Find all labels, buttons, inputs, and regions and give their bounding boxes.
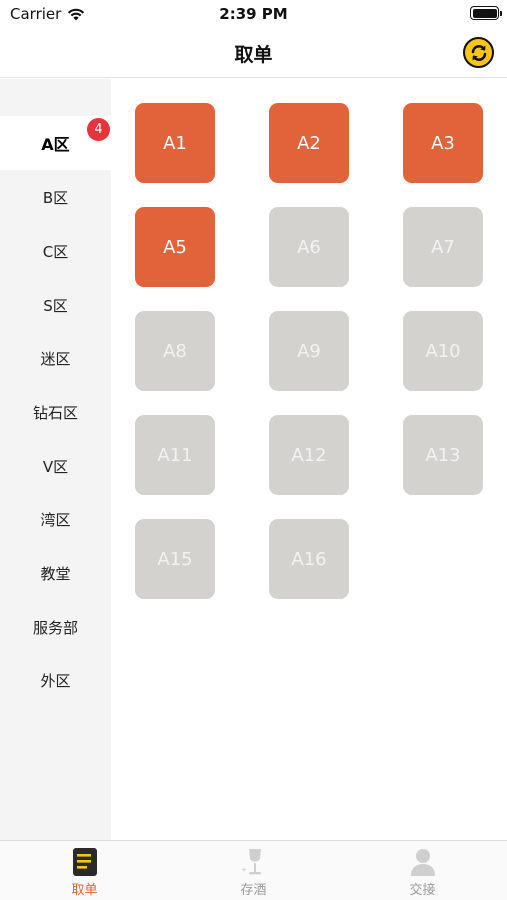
- table-label: A2: [297, 132, 321, 154]
- zone-item-v[interactable]: V区: [0, 439, 111, 493]
- table-label: A3: [431, 132, 455, 154]
- zone-item-service[interactable]: 服务部: [0, 600, 111, 654]
- zone-label: S区: [43, 296, 68, 315]
- zone-item-church[interactable]: 教堂: [0, 546, 111, 600]
- navigation-bar: 取单: [0, 28, 507, 78]
- table-label: A1: [163, 132, 187, 154]
- status-bar: Carrier 2:39 PM: [0, 0, 507, 28]
- zone-label: 湾区: [40, 510, 71, 529]
- tab-label: 存酒: [240, 883, 267, 898]
- table-grid: A1 A2 A3 A5 A6 A7 A8 A9 A10 A11 A12 A13 …: [111, 79, 507, 840]
- zone-label: 服务部: [32, 618, 78, 637]
- zone-label: B区: [42, 188, 69, 207]
- zone-label: 教堂: [40, 564, 71, 583]
- table-label: A5: [163, 236, 187, 258]
- zone-item-diamond[interactable]: 钻石区: [0, 385, 111, 439]
- tab-label: 交接: [409, 883, 436, 898]
- battery-icon: [470, 6, 502, 20]
- table-label: A15: [157, 548, 193, 570]
- zone-label: A区: [41, 135, 70, 154]
- tab-orders[interactable]: 取单: [0, 841, 169, 900]
- zone-label: 钻石区: [32, 403, 78, 422]
- table-label: A6: [297, 236, 321, 258]
- tab-handover[interactable]: 交接: [338, 841, 507, 900]
- table-tile[interactable]: A7: [403, 207, 483, 287]
- wine-glass-icon: [240, 847, 268, 877]
- zone-item-b[interactable]: B区: [0, 170, 111, 224]
- tab-label: 取单: [71, 883, 98, 898]
- table-tile[interactable]: A15: [135, 519, 215, 599]
- table-label: A7: [431, 236, 455, 258]
- table-label: A8: [163, 340, 187, 362]
- table-tile[interactable]: A3: [403, 103, 483, 183]
- table-label: A16: [291, 548, 327, 570]
- order-list-icon: [71, 847, 99, 877]
- refresh-icon: [471, 44, 486, 61]
- table-tile[interactable]: A10: [403, 311, 483, 391]
- zone-item-bay[interactable]: 湾区: [0, 492, 111, 546]
- tab-bar: 取单 存酒 交接: [0, 840, 507, 900]
- table-tile[interactable]: A2: [269, 103, 349, 183]
- zone-item-s[interactable]: S区: [0, 278, 111, 332]
- table-tile[interactable]: A9: [269, 311, 349, 391]
- zone-label: 迷区: [40, 349, 71, 368]
- table-tile[interactable]: A16: [269, 519, 349, 599]
- zone-item-a[interactable]: A区 4: [0, 116, 111, 170]
- table-label: A9: [297, 340, 321, 362]
- zone-label: V区: [42, 457, 69, 476]
- table-label: A12: [291, 444, 327, 466]
- table-tile[interactable]: A1: [135, 103, 215, 183]
- zone-item-outer[interactable]: 外区: [0, 653, 111, 707]
- page-title: 取单: [234, 44, 273, 66]
- zone-sidebar: A区 4 B区 C区 S区 迷区 钻石区 V区 湾区 教堂 服务部 外区: [0, 79, 111, 840]
- unread-badge: 4: [87, 118, 110, 141]
- table-tile[interactable]: A12: [269, 415, 349, 495]
- person-icon: [409, 847, 437, 877]
- tab-wine-storage[interactable]: 存酒: [169, 841, 338, 900]
- zone-item-mi[interactable]: 迷区: [0, 331, 111, 385]
- table-tile[interactable]: A5: [135, 207, 215, 287]
- table-tile[interactable]: A6: [269, 207, 349, 287]
- table-tile[interactable]: A13: [403, 415, 483, 495]
- zone-item-c[interactable]: C区: [0, 224, 111, 278]
- table-tile[interactable]: A8: [135, 311, 215, 391]
- table-label: A10: [425, 340, 461, 362]
- zone-label: 外区: [40, 671, 71, 690]
- refresh-button[interactable]: [463, 37, 494, 68]
- table-tile[interactable]: A11: [135, 415, 215, 495]
- clock: 2:39 PM: [219, 5, 288, 23]
- table-label: A11: [157, 444, 193, 466]
- table-label: A13: [425, 444, 461, 466]
- zone-label: C区: [42, 242, 69, 261]
